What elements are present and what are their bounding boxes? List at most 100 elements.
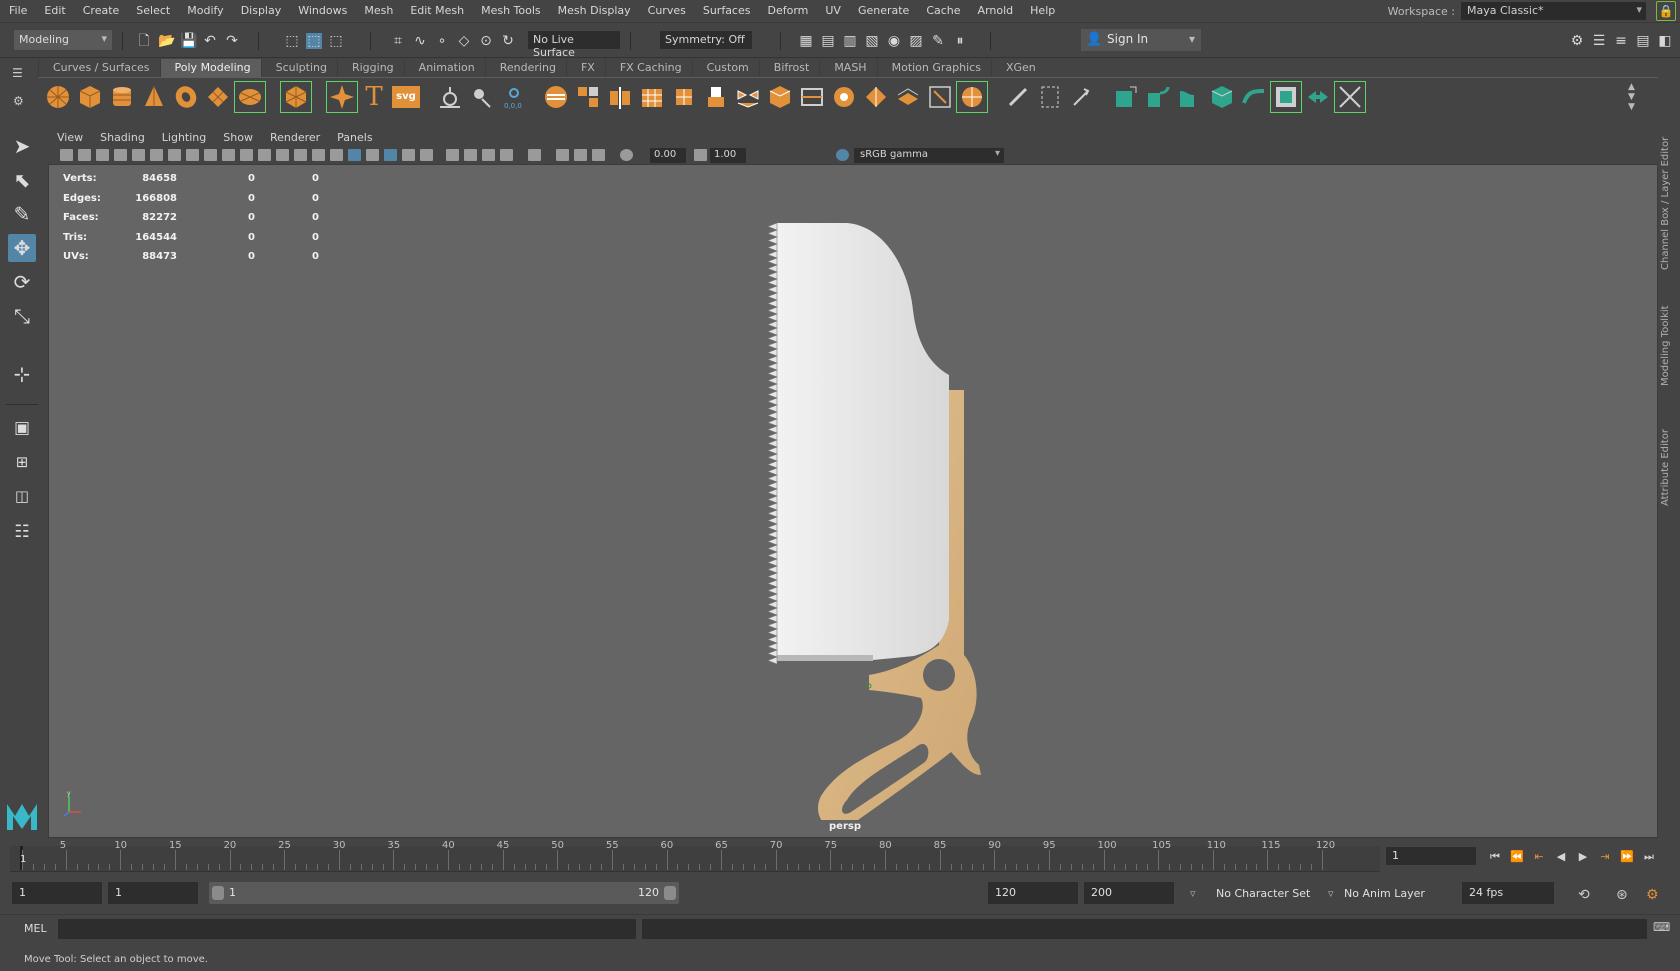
single-perspective-layout-icon[interactable]: ▣	[8, 414, 36, 442]
light-editor-icon[interactable]: ✎	[930, 33, 946, 49]
play-backwards-icon[interactable]: ◀	[1553, 849, 1569, 865]
smooth-shade-icon[interactable]	[294, 149, 307, 161]
saw-model[interactable]	[759, 200, 999, 820]
snap-live-icon[interactable]: ⊙	[478, 33, 494, 49]
go-to-end-icon[interactable]: ⏭	[1641, 849, 1657, 865]
sculpt-deformer-icon[interactable]	[1270, 81, 1302, 113]
shelf-tab-xgen[interactable]: XGen	[990, 59, 1046, 77]
field-chart-icon[interactable]	[222, 149, 235, 161]
snap-curve-icon[interactable]: ∿	[412, 33, 428, 49]
wireframe-on-shaded-icon[interactable]	[312, 149, 325, 161]
texture-deformer-icon[interactable]	[1304, 83, 1332, 111]
scale-tool-icon[interactable]: ⤡	[8, 302, 36, 330]
exposure-field[interactable]: 0.00	[650, 148, 686, 163]
step-forward-key-icon[interactable]: ⏩	[1619, 849, 1635, 865]
blend-shape-icon[interactable]	[1144, 83, 1172, 111]
hypershade-icon[interactable]: ◉	[886, 33, 902, 49]
menu-help[interactable]: Help	[1021, 4, 1063, 17]
shelf-tab-custom[interactable]: Custom	[691, 59, 759, 77]
snap-view-plane-icon[interactable]: ◇	[456, 33, 472, 49]
snap-toggle-icon[interactable]: ↻	[500, 33, 516, 49]
wire-icon[interactable]	[1240, 83, 1268, 111]
playback-start-field[interactable]: 1	[108, 882, 198, 904]
film-gate-icon[interactable]	[168, 149, 181, 161]
attribute-editor-tab[interactable]: Attribute Editor	[1660, 416, 1676, 506]
shelf-tab-poly-modeling[interactable]: Poly Modeling	[159, 59, 261, 77]
script-editor-icon[interactable]: ⌨	[1653, 920, 1671, 938]
side-by-side-layout-icon[interactable]: ◫	[8, 482, 36, 510]
menu-mesh-display[interactable]: Mesh Display	[549, 4, 639, 17]
anim-layer-dropdown[interactable]: No Anim Layer	[1338, 882, 1438, 904]
default-lighting-icon[interactable]	[348, 149, 361, 161]
menu-mesh-tools[interactable]: Mesh Tools	[472, 4, 549, 17]
menu-create[interactable]: Create	[74, 4, 128, 17]
snap-point-icon[interactable]: ∘	[434, 33, 450, 49]
smooth-icon[interactable]	[638, 83, 666, 111]
color-management-icon[interactable]	[836, 149, 849, 161]
poly-plane-icon[interactable]	[204, 83, 232, 111]
unfold-uv-icon[interactable]	[1068, 83, 1096, 111]
undo-icon[interactable]: ↶	[202, 33, 218, 49]
pause-viewport-icon[interactable]: ⏸	[952, 33, 968, 49]
attribute-editor-icon[interactable]: ☰	[1591, 33, 1607, 49]
isolate-select-icon[interactable]	[528, 149, 541, 161]
four-view-layout-icon[interactable]: ⊞	[8, 448, 36, 476]
automatic-mapping-icon[interactable]	[956, 81, 988, 113]
lattice-icon[interactable]	[1176, 83, 1204, 111]
xray-joints-icon[interactable]	[402, 149, 415, 161]
sew-uv-icon[interactable]	[1036, 83, 1064, 111]
select-object-icon[interactable]: ⬚	[306, 33, 322, 49]
move-tool-icon[interactable]: ✥	[8, 234, 36, 262]
modeling-toolkit-icon[interactable]: ⚙	[1569, 33, 1585, 49]
xray-icon[interactable]	[384, 149, 397, 161]
range-start-handle[interactable]	[212, 886, 224, 900]
menu-windows[interactable]: Windows	[289, 4, 355, 17]
render-settings-icon[interactable]: ▧	[864, 33, 880, 49]
new-scene-icon[interactable]: 🗋	[136, 33, 152, 49]
menu-generate[interactable]: Generate	[849, 4, 917, 17]
panel-menu-view[interactable]: View	[48, 131, 91, 144]
cluster-icon[interactable]	[1334, 81, 1366, 113]
exposure-icon[interactable]	[620, 149, 633, 161]
menu-set-dropdown[interactable]: Modeling	[14, 30, 112, 50]
shelf-tab-curves-surfaces[interactable]: Curves / Surfaces	[38, 59, 160, 77]
view-transform-dropdown[interactable]: sRGB gamma	[854, 148, 1004, 163]
anti-aliasing-icon[interactable]	[482, 149, 495, 161]
grid-icon[interactable]	[150, 149, 163, 161]
shelf-tab-animation[interactable]: Animation	[403, 59, 485, 77]
lock-icon[interactable]: 🔒	[1656, 1, 1676, 21]
save-scene-icon[interactable]: 💾	[180, 33, 197, 49]
motion-blur-icon[interactable]	[464, 149, 477, 161]
snap-grid-icon[interactable]: ⌗	[390, 33, 406, 49]
menu-curves[interactable]: Curves	[639, 4, 694, 17]
ipr-render-icon[interactable]: ▥	[842, 33, 858, 49]
auto-key-icon[interactable]: ⊛	[1610, 882, 1634, 904]
center-pivot-icon[interactable]: 0,0,0	[500, 83, 528, 111]
shelf-menu-icon[interactable]: ☰	[12, 66, 23, 80]
render-frame-icon[interactable]: ▤	[820, 33, 836, 49]
extrude-icon[interactable]	[702, 83, 730, 111]
menu-file[interactable]: File	[0, 4, 35, 17]
uv-editor-icon[interactable]	[926, 83, 954, 111]
menu-arnold[interactable]: Arnold	[969, 4, 1022, 17]
redo-icon[interactable]: ↷	[224, 33, 240, 49]
range-slider[interactable]: 1 120	[209, 882, 679, 904]
animation-preferences-icon[interactable]: ⚙	[1640, 882, 1665, 904]
select-tool-icon[interactable]: ➤	[8, 132, 36, 160]
outliner-layout-icon[interactable]: ☷	[8, 518, 36, 546]
shelf-settings-icon[interactable]: ⚙	[13, 94, 24, 108]
gate-mask-icon[interactable]	[204, 149, 217, 161]
workspace-dropdown[interactable]: Maya Classic*	[1461, 2, 1646, 20]
step-back-key-icon[interactable]: ⏪	[1509, 849, 1525, 865]
character-set-dropdown[interactable]: No Character Set	[1210, 882, 1322, 904]
wireframe-icon[interactable]	[276, 149, 289, 161]
time-slider-track[interactable]	[10, 846, 1380, 872]
live-surface-field[interactable]: No Live Surface	[528, 31, 620, 59]
menu-edit[interactable]: Edit	[35, 4, 73, 17]
select-hierarchy-icon[interactable]: ⬚	[284, 33, 300, 49]
panel-menu-show[interactable]: Show	[214, 131, 261, 144]
layer-editor-icon[interactable]: ◧	[1657, 33, 1673, 49]
menu-display[interactable]: Display	[232, 4, 290, 17]
two-d-pan-zoom-icon[interactable]	[114, 149, 127, 161]
select-component-icon[interactable]: ⬚	[328, 33, 344, 49]
